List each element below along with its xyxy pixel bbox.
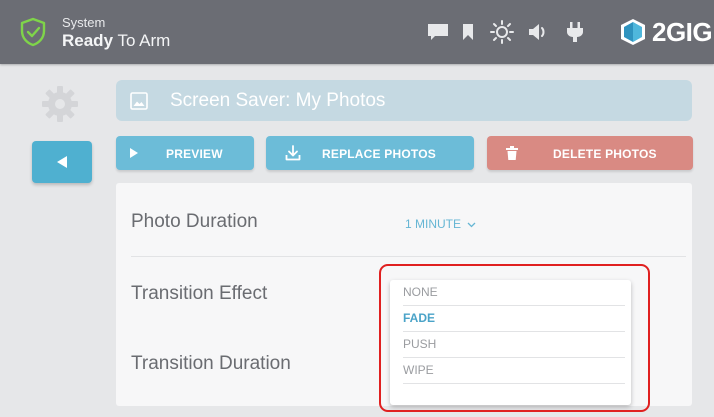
transition-duration-label: Transition Duration	[131, 353, 291, 374]
arm-status-bold: Ready	[62, 31, 114, 50]
back-arrow-icon	[57, 156, 67, 168]
brightness-icon[interactable]	[490, 20, 514, 44]
row-divider	[131, 256, 686, 257]
preview-label: PREVIEW	[166, 147, 223, 161]
shield-check-icon	[20, 17, 46, 47]
photo-icon	[130, 92, 148, 110]
highlight-box	[379, 264, 650, 412]
page-title: Screen Saver: My Photos	[170, 90, 386, 111]
page-title-bar: Screen Saver: My Photos	[116, 80, 692, 121]
brand-name: 2GIG	[652, 16, 713, 47]
photo-duration-value: 1 MINUTE	[405, 217, 462, 231]
trash-icon	[506, 146, 518, 160]
preview-button[interactable]: PREVIEW	[116, 136, 254, 170]
chevron-down-icon	[467, 222, 476, 228]
system-label: System	[62, 15, 106, 30]
delete-photos-label: DELETE PHOTOS	[553, 147, 657, 161]
settings-gear-icon[interactable]	[40, 84, 80, 124]
arm-status[interactable]: Ready To Arm	[62, 31, 170, 51]
photo-duration-label: Photo Duration	[131, 211, 258, 232]
status-bar: System Ready To Arm 2GIG	[0, 0, 714, 64]
message-icon[interactable]	[427, 23, 449, 41]
cube-logo-icon	[621, 19, 645, 45]
arm-status-rest: To Arm	[113, 31, 171, 50]
bookmark-icon[interactable]	[462, 23, 474, 41]
back-button[interactable]	[32, 141, 92, 183]
brand-logo: 2GIG	[618, 16, 713, 48]
volume-icon[interactable]	[528, 22, 550, 42]
play-icon	[130, 148, 138, 158]
delete-photos-button[interactable]: DELETE PHOTOS	[487, 136, 693, 170]
replace-photos-label: REPLACE PHOTOS	[322, 147, 436, 161]
transition-effect-label: Transition Effect	[131, 283, 268, 304]
power-plug-icon[interactable]	[566, 21, 584, 43]
photo-duration-select[interactable]: 1 MINUTE	[405, 217, 476, 231]
download-tray-icon	[285, 145, 301, 161]
replace-photos-button[interactable]: REPLACE PHOTOS	[266, 136, 474, 170]
